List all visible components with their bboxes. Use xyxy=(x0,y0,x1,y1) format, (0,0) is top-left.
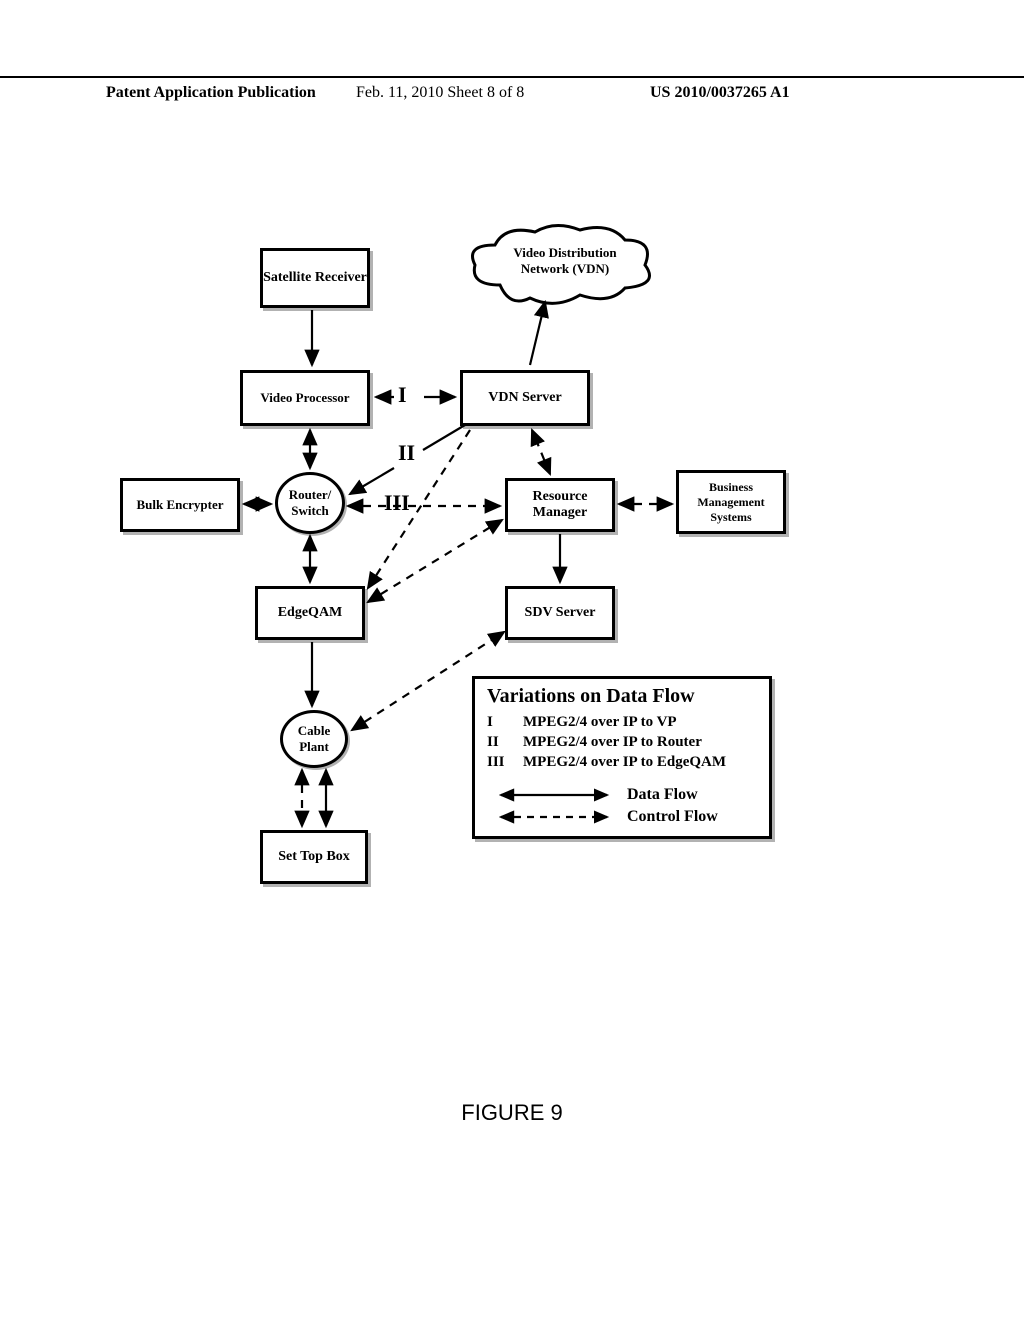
legend-text-II: MPEG2/4 over IP to Router xyxy=(523,734,702,751)
node-router-switch: Router/ Switch xyxy=(275,472,345,534)
node-set-top-box: Set Top Box xyxy=(260,830,368,884)
node-resource-manager: Resource Manager xyxy=(505,478,615,532)
header-publication: Patent Application Publication xyxy=(106,84,316,102)
legend-data-flow: Data Flow xyxy=(495,786,757,804)
node-vdn-cloud: Video Distribution Network (VDN) xyxy=(460,220,660,315)
legend-control-flow: Control Flow xyxy=(495,808,757,826)
figure-caption: FIGURE 9 xyxy=(0,1100,1024,1126)
node-business-management-systems: Business Management Systems xyxy=(676,470,786,534)
node-vdn-cloud-label: Video Distribution Network (VDN) xyxy=(490,245,640,277)
control-flow-arrow-icon xyxy=(495,809,615,825)
legend-key-III: III xyxy=(487,754,523,771)
node-bulk-encrypter: Bulk Encrypter xyxy=(120,478,240,532)
data-flow-arrow-icon xyxy=(495,787,615,803)
node-satellite-receiver: Satellite Receiver xyxy=(260,248,370,308)
header-date-sheet: Feb. 11, 2010 Sheet 8 of 8 xyxy=(356,84,524,102)
header-pub-number: US 2010/0037265 A1 xyxy=(650,84,790,102)
legend-item-I: IMPEG2/4 over IP to VP xyxy=(487,714,757,731)
legend-text-III: MPEG2/4 over IP to EdgeQAM xyxy=(523,754,726,771)
node-sdv-server: SDV Server xyxy=(505,586,615,640)
legend-item-III: IIIMPEG2/4 over IP to EdgeQAM xyxy=(487,754,757,771)
node-video-processor: Video Processor xyxy=(240,370,370,426)
path-label-III: III xyxy=(384,490,410,516)
legend-key-II: II xyxy=(487,734,523,751)
page-header: Patent Application Publication Feb. 11, … xyxy=(0,76,1024,106)
page: Patent Application Publication Feb. 11, … xyxy=(0,0,1024,1320)
legend-box: Variations on Data Flow IMPEG2/4 over IP… xyxy=(472,676,772,839)
legend-control-flow-label: Control Flow xyxy=(627,808,718,826)
node-cable-plant: Cable Plant xyxy=(280,710,348,768)
node-edgeqam: EdgeQAM xyxy=(255,586,365,640)
legend-data-flow-label: Data Flow xyxy=(627,786,698,804)
path-label-II: II xyxy=(398,440,415,466)
legend-title: Variations on Data Flow xyxy=(487,685,757,708)
path-label-I: I xyxy=(398,382,407,408)
legend-item-II: IIMPEG2/4 over IP to Router xyxy=(487,734,757,751)
legend-key-I: I xyxy=(487,714,523,731)
legend-text-I: MPEG2/4 over IP to VP xyxy=(523,714,677,731)
node-vdn-server: VDN Server xyxy=(460,370,590,426)
